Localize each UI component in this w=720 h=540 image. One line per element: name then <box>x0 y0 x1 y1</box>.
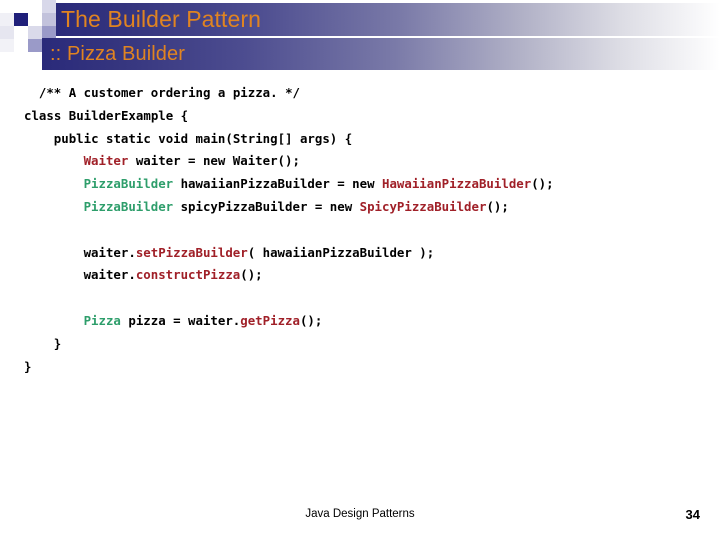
code-token-plain: /** A customer ordering a pizza. */ <box>38 85 300 100</box>
decorative-block <box>42 0 56 13</box>
slide-page-number: 34 <box>685 507 700 522</box>
code-token-method: setPizzaBuilder <box>135 244 248 260</box>
code-token-type: PizzaBuilder <box>83 198 174 214</box>
code-line: waiter.setPizzaBuilder( hawaiianPizzaBui… <box>0 242 720 265</box>
code-token-class: Waiter <box>83 153 129 169</box>
decorative-block <box>28 13 42 26</box>
decorative-block <box>0 0 14 13</box>
code-token-plain: } <box>53 335 62 351</box>
slide-subtitle: :: Pizza Builder <box>50 43 185 65</box>
code-token-plain: waiter. <box>83 244 136 260</box>
code-token-class: HawaiianPizzaBuilder <box>382 176 532 192</box>
code-line: PizzaBuilder hawaiianPizzaBuilder = new … <box>0 173 720 196</box>
code-line: public static void main(String[] args) { <box>0 128 720 151</box>
decorative-block <box>28 39 42 52</box>
decorative-block <box>42 13 56 26</box>
code-token-plain: public static void main(String[] args) { <box>53 130 353 146</box>
code-line: class BuilderExample { <box>0 105 720 128</box>
code-token-plain: pizza = waiter. <box>120 312 241 328</box>
slide-title: The Builder Pattern <box>61 6 262 32</box>
code-line: PizzaBuilder spicyPizzaBuilder = new Spi… <box>0 196 720 219</box>
code-line: Waiter waiter = new Waiter(); <box>0 150 720 173</box>
code-token-plain: class BuilderExample { <box>24 107 189 123</box>
code-token-method: constructPizza <box>135 267 241 283</box>
code-token-method: getPizza <box>240 312 300 328</box>
code-token-plain: waiter. <box>83 267 136 283</box>
decorative-block <box>14 26 28 39</box>
decorative-block <box>14 52 28 65</box>
decorative-block <box>14 0 28 13</box>
code-line: } <box>0 356 720 379</box>
slide-subtitle-bar: :: Pizza Builder <box>42 38 720 70</box>
code-token-plain: } <box>24 358 32 374</box>
code-line: Pizza pizza = waiter.getPizza(); <box>0 310 720 333</box>
code-line: waiter.constructPizza(); <box>0 264 720 287</box>
code-token-plain: spicyPizzaBuilder = new <box>173 198 360 214</box>
code-token-plain: (); <box>299 312 323 328</box>
decorative-block <box>14 13 28 26</box>
code-token-plain: hawaiianPizzaBuilder = new <box>173 176 382 192</box>
code-token-plain: (); <box>531 176 554 192</box>
decorative-block <box>0 52 14 65</box>
decorative-block <box>0 13 14 26</box>
code-token-type: PizzaBuilder <box>83 176 174 192</box>
code-token-plain: ( hawaiianPizzaBuilder ); <box>247 244 435 260</box>
code-line: /** A customer ordering a pizza. */ <box>0 82 720 105</box>
decorative-block <box>0 39 14 52</box>
code-token-type: Pizza <box>83 312 121 328</box>
decorative-block <box>28 0 42 13</box>
decorative-block <box>0 26 14 39</box>
code-token-plain: (); <box>240 267 263 283</box>
code-token-plain: waiter = new Waiter(); <box>128 153 300 169</box>
slide-footer: Java Design Patterns <box>305 508 415 520</box>
slide-title-bar: The Builder Pattern <box>56 3 720 36</box>
code-token-plain: (); <box>486 198 509 214</box>
code-line: } <box>0 333 720 356</box>
decorative-block <box>28 26 42 39</box>
decorative-block <box>28 52 42 65</box>
code-token-class: SpicyPizzaBuilder <box>359 198 487 214</box>
code-listing: /** A customer ordering a pizza. */ class… <box>0 82 720 378</box>
decorative-block <box>14 39 28 52</box>
